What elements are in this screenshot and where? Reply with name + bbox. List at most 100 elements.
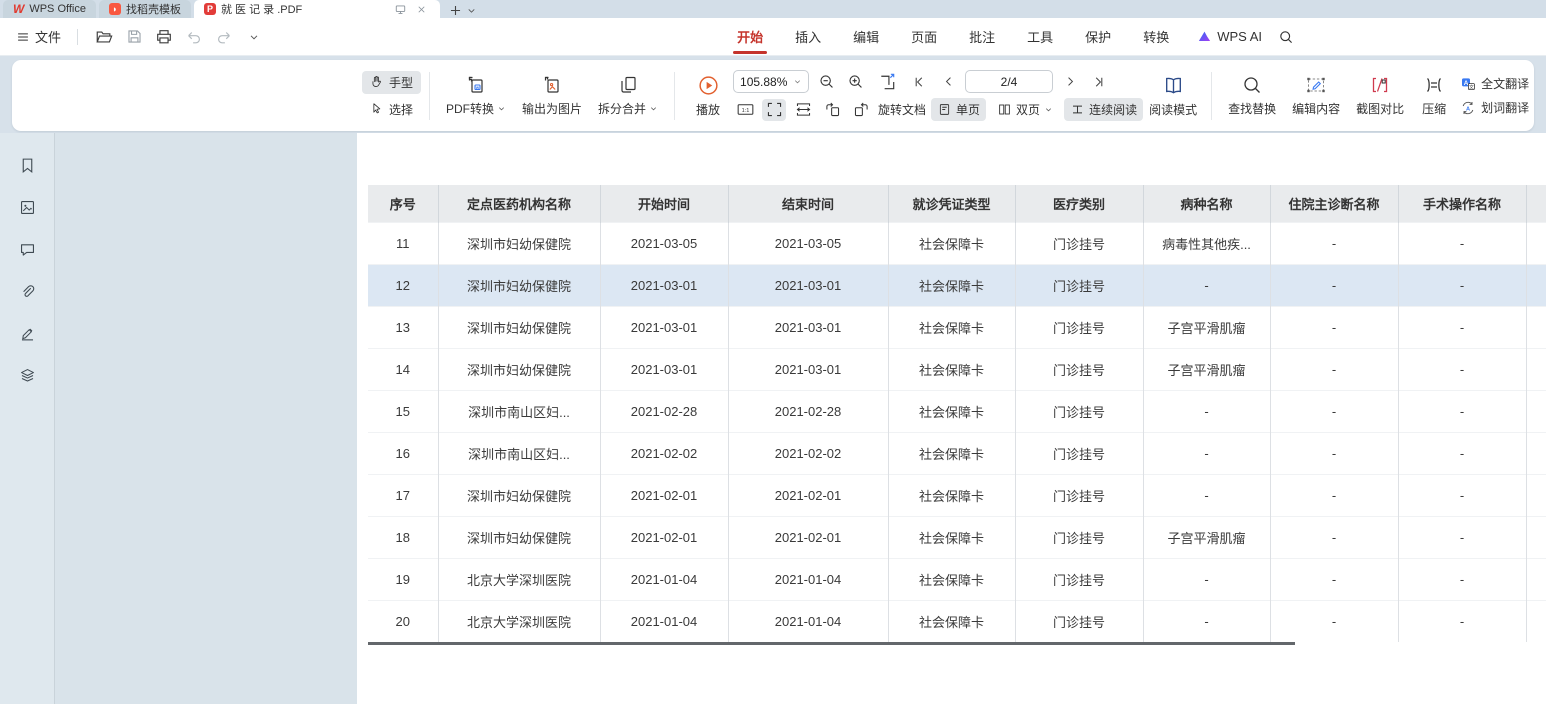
single-page-button[interactable]: 单页	[931, 98, 986, 121]
comment-icon[interactable]	[17, 239, 37, 259]
find-replace-icon	[1241, 74, 1263, 96]
next-page-button[interactable]	[1058, 71, 1082, 93]
previous-page-button[interactable]	[936, 71, 960, 93]
double-page-button[interactable]: 双页	[991, 98, 1059, 121]
table-cell: 20	[368, 600, 438, 642]
table-cell	[1526, 264, 1546, 306]
table-row[interactable]: 11深圳市妇幼保健院2021-03-052021-03-05社会保障卡门诊挂号病…	[368, 222, 1546, 264]
full-translate-button[interactable]: A文 全文翻译	[1460, 75, 1534, 92]
actual-size-button[interactable]: 1:1	[733, 99, 757, 121]
double-page-icon	[997, 102, 1012, 117]
table-cell: 2021-02-01	[600, 474, 728, 516]
page-indicator-input[interactable]	[965, 70, 1053, 93]
close-tab-icon[interactable]	[414, 1, 430, 17]
table-row[interactable]: 13深圳市妇幼保健院2021-03-012021-03-01社会保障卡门诊挂号子…	[368, 306, 1546, 348]
table-row[interactable]: 20北京大学深圳医院2021-01-042021-01-04社会保障卡门诊挂号-…	[368, 600, 1546, 642]
print-icon[interactable]	[154, 27, 174, 47]
rotate-left-button[interactable]	[820, 99, 844, 121]
zoom-out-button[interactable]	[814, 71, 838, 93]
screenshot-compare-button[interactable]: 截图对比	[1348, 74, 1412, 117]
menu-bar: 文件 开始 插入 编辑 页面 批注 工具 保护 转换	[0, 18, 1546, 56]
split-merge-button[interactable]: 拆分合并	[590, 74, 666, 117]
signature-icon[interactable]	[17, 323, 37, 343]
table-cell: 深圳市妇幼保健院	[438, 222, 600, 264]
table-header-cell: 手术操作名称	[1398, 185, 1526, 222]
edit-content-button[interactable]: 编辑内容	[1284, 74, 1348, 117]
table-row[interactable]: 17深圳市妇幼保健院2021-02-012021-02-01社会保障卡门诊挂号-…	[368, 474, 1546, 516]
word-translate-button[interactable]: A 划词翻译	[1460, 99, 1534, 116]
menu-tab-convert[interactable]: 转换	[1129, 18, 1183, 56]
table-cell: -	[1398, 264, 1526, 306]
tab-docer-templates[interactable]: ◗ 找稻壳模板	[99, 0, 191, 18]
new-tab-button[interactable]	[448, 2, 464, 18]
table-row[interactable]: 14深圳市妇幼保健院2021-03-012021-03-01社会保障卡门诊挂号子…	[368, 348, 1546, 390]
table-row[interactable]: 19北京大学深圳医院2021-01-042021-01-04社会保障卡门诊挂号-…	[368, 558, 1546, 600]
menu-tab-annotate[interactable]: 批注	[955, 18, 1009, 56]
wps-ai-button[interactable]: WPS AI	[1187, 29, 1272, 44]
tab-list-chevron-icon[interactable]	[464, 2, 480, 18]
pdf-page[interactable]: 序号定点医药机构名称开始时间结束时间就诊凭证类型医疗类别病种名称住院主诊断名称手…	[357, 133, 1546, 704]
table-cell: 2021-03-01	[728, 264, 888, 306]
svg-text:1:1: 1:1	[741, 108, 749, 114]
find-replace-button[interactable]: 查找替换	[1220, 74, 1284, 117]
table-cell: 社会保障卡	[888, 390, 1015, 432]
menu-tab-protect[interactable]: 保护	[1071, 18, 1125, 56]
fit-page-button[interactable]	[762, 99, 786, 121]
open-file-icon[interactable]	[94, 27, 114, 47]
read-mode-button[interactable]: 阅读模式	[1143, 74, 1203, 118]
menu-tab-tools[interactable]: 工具	[1013, 18, 1067, 56]
table-row[interactable]: 18深圳市妇幼保健院2021-02-012021-02-01社会保障卡门诊挂号子…	[368, 516, 1546, 558]
table-cell: 门诊挂号	[1015, 558, 1143, 600]
file-menu-button[interactable]: 文件	[16, 27, 61, 46]
tab-wps-home[interactable]: W WPS Office	[3, 0, 96, 18]
play-button[interactable]: 播放	[683, 74, 733, 118]
fit-width-button[interactable]	[791, 99, 815, 121]
attachment-icon[interactable]	[17, 281, 37, 301]
table-bottom-border	[368, 642, 1295, 645]
menu-tabs: 开始 插入 编辑 页面 批注 工具 保护 转换 WPS AI	[723, 18, 1296, 56]
table-cell: 深圳市妇幼保健院	[438, 348, 600, 390]
tab-document-pdf[interactable]: P 就 医 记 录 .PDF	[194, 0, 440, 18]
pdf-convert-button[interactable]: W PDF转换	[438, 74, 514, 117]
menu-search-icon[interactable]	[1276, 27, 1296, 47]
table-row[interactable]: 15深圳市南山区妇...2021-02-282021-02-28社会保障卡门诊挂…	[368, 390, 1546, 432]
menu-tab-home[interactable]: 开始	[723, 18, 777, 56]
undo-icon[interactable]	[184, 27, 204, 47]
table-row[interactable]: 12深圳市妇幼保健院2021-03-012021-03-01社会保障卡门诊挂号-…	[368, 264, 1546, 306]
quick-access-chevron-icon[interactable]	[244, 27, 264, 47]
continuous-read-button[interactable]: 连续阅读	[1064, 98, 1143, 121]
table-row[interactable]: 16深圳市南山区妇...2021-02-022021-02-02社会保障卡门诊挂…	[368, 432, 1546, 474]
save-icon[interactable]	[124, 27, 144, 47]
compress-icon	[1423, 74, 1445, 96]
menu-tab-edit[interactable]: 编辑	[839, 18, 893, 56]
chevron-down-icon	[793, 77, 802, 86]
layers-icon[interactable]	[17, 365, 37, 385]
send-to-device-icon[interactable]	[393, 1, 409, 17]
rotate-pages-button[interactable]	[872, 71, 902, 93]
table-header-row: 序号定点医药机构名称开始时间结束时间就诊凭证类型医疗类别病种名称住院主诊断名称手…	[368, 185, 1546, 222]
table-cell: 子宫平滑肌瘤	[1143, 306, 1270, 348]
side-panel-strip	[0, 133, 55, 704]
chevron-down-icon	[497, 104, 506, 113]
redo-icon[interactable]	[214, 27, 234, 47]
table-cell	[1526, 348, 1546, 390]
first-page-button[interactable]	[907, 71, 931, 93]
table-cell: 社会保障卡	[888, 432, 1015, 474]
rotate-right-button[interactable]	[849, 99, 873, 121]
table-cell: -	[1270, 306, 1398, 348]
rotate-doc-label[interactable]: 旋转文档	[878, 101, 926, 118]
table-header-cell: 结束时间	[728, 185, 888, 222]
hand-tool-button[interactable]: 手型	[362, 71, 421, 94]
bookmark-icon[interactable]	[17, 155, 37, 175]
table-cell: 深圳市妇幼保健院	[438, 306, 600, 348]
thumbnail-icon[interactable]	[17, 197, 37, 217]
table-header-cell: 医疗类别	[1015, 185, 1143, 222]
menu-tab-insert[interactable]: 插入	[781, 18, 835, 56]
select-tool-button[interactable]: 选择	[362, 98, 421, 121]
menu-tab-page[interactable]: 页面	[897, 18, 951, 56]
compress-button[interactable]: 压缩	[1412, 74, 1456, 117]
zoom-in-button[interactable]	[843, 71, 867, 93]
export-as-image-button[interactable]: 输出为图片	[514, 74, 590, 117]
zoom-level-select[interactable]: 105.88%	[733, 70, 809, 93]
last-page-button[interactable]	[1087, 71, 1111, 93]
